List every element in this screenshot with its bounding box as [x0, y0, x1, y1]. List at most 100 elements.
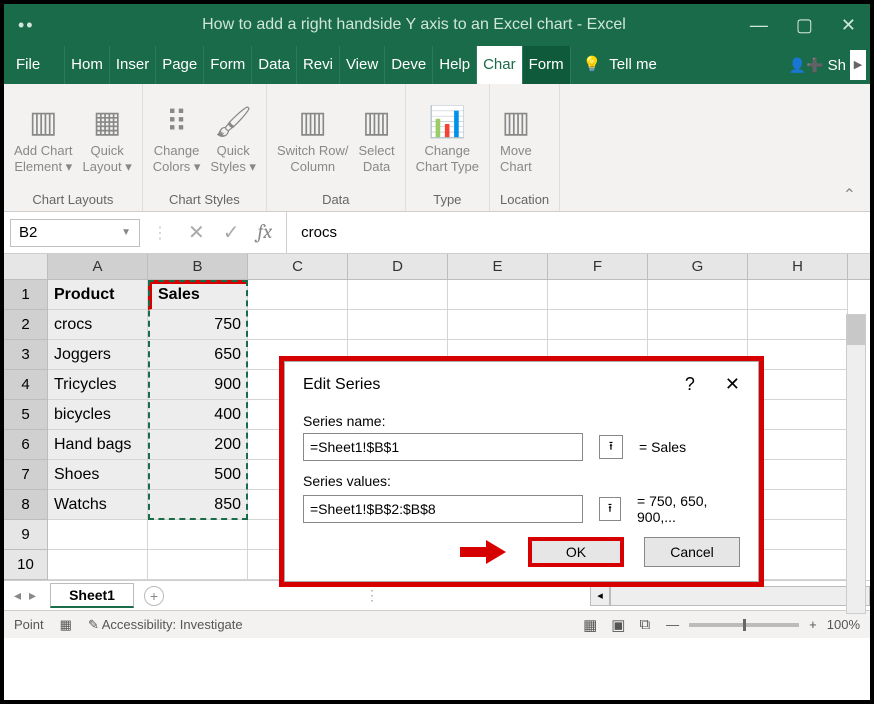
minimize-icon[interactable]: —: [750, 15, 768, 36]
scrollbar-thumb[interactable]: [847, 315, 865, 345]
tab-help[interactable]: Help: [432, 46, 476, 84]
cell[interactable]: Shoes: [48, 460, 148, 490]
col-header-f[interactable]: F: [548, 254, 648, 279]
col-header-g[interactable]: G: [648, 254, 748, 279]
select-all-triangle[interactable]: [4, 254, 48, 279]
series-name-input[interactable]: =Sheet1!$B$1: [303, 433, 583, 461]
cell[interactable]: Product: [48, 280, 148, 310]
cell[interactable]: bicycles: [48, 400, 148, 430]
zoom-slider[interactable]: [689, 623, 799, 627]
formula-input[interactable]: crocs: [286, 212, 337, 253]
cell[interactable]: [148, 520, 248, 550]
col-header-h[interactable]: H: [748, 254, 848, 279]
row-header[interactable]: 4: [4, 370, 48, 400]
hscroll-left-icon[interactable]: ◂: [590, 586, 610, 606]
share-icon[interactable]: 👤➕: [789, 57, 824, 74]
range-picker-icon[interactable]: ⭱: [599, 497, 621, 521]
close-icon[interactable]: ✕: [841, 15, 856, 36]
row-header[interactable]: 10: [4, 550, 48, 580]
cell[interactable]: 750: [148, 310, 248, 340]
cell[interactable]: [648, 280, 748, 310]
tab-insert[interactable]: Inser: [109, 46, 155, 84]
horizontal-scrollbar[interactable]: [610, 586, 850, 606]
ok-button[interactable]: OK: [528, 537, 624, 567]
tell-me-search[interactable]: 💡 Tell me: [570, 46, 669, 84]
cell[interactable]: Joggers: [48, 340, 148, 370]
tab-view[interactable]: View: [339, 46, 384, 84]
series-values-input[interactable]: =Sheet1!$B$2:$B$8: [303, 495, 583, 523]
cell[interactable]: [448, 310, 548, 340]
cell[interactable]: crocs: [48, 310, 148, 340]
cell-sales-header[interactable]: Sales: [148, 280, 248, 310]
normal-view-icon[interactable]: ▦: [583, 616, 597, 634]
row-header[interactable]: 1: [4, 280, 48, 310]
new-sheet-icon[interactable]: +: [144, 586, 164, 606]
tab-format[interactable]: Form: [522, 46, 570, 84]
row-header[interactable]: 2: [4, 310, 48, 340]
cell[interactable]: Watchs: [48, 490, 148, 520]
sheet-nav-next-icon[interactable]: ▸: [29, 587, 36, 604]
help-icon[interactable]: ?: [685, 374, 695, 395]
cell[interactable]: [48, 520, 148, 550]
ribbon-scroll-right-icon[interactable]: ▶: [850, 50, 866, 80]
zoom-out-icon[interactable]: —: [666, 617, 679, 632]
quick-styles-button[interactable]: 🖌 Quick Styles ▾: [210, 103, 256, 174]
tab-formulas[interactable]: Form: [203, 46, 251, 84]
col-header-c[interactable]: C: [248, 254, 348, 279]
range-picker-icon[interactable]: ⭱: [599, 435, 623, 459]
cell[interactable]: 400: [148, 400, 248, 430]
enter-formula-icon[interactable]: ✓: [223, 220, 240, 245]
col-header-d[interactable]: D: [348, 254, 448, 279]
zoom-in-icon[interactable]: +: [809, 617, 817, 632]
move-chart-button[interactable]: ▥ Move Chart: [500, 103, 532, 174]
zoom-level[interactable]: 100%: [827, 617, 860, 632]
cancel-button[interactable]: Cancel: [644, 537, 740, 567]
cell[interactable]: [48, 550, 148, 580]
cell[interactable]: [348, 280, 448, 310]
cell[interactable]: [348, 310, 448, 340]
row-header[interactable]: 7: [4, 460, 48, 490]
change-colors-button[interactable]: ⠿ Change Colors ▾: [153, 103, 201, 174]
row-header[interactable]: 5: [4, 400, 48, 430]
share-label[interactable]: Sh: [828, 57, 846, 74]
cell[interactable]: 200: [148, 430, 248, 460]
select-data-button[interactable]: ▥ Select Data: [359, 103, 395, 174]
cell[interactable]: [748, 280, 848, 310]
cell[interactable]: Hand bags: [48, 430, 148, 460]
quick-layout-button[interactable]: ▦ Quick Layout ▾: [83, 103, 132, 174]
tab-home[interactable]: Hom: [64, 46, 109, 84]
collapse-ribbon-icon[interactable]: ⌃: [829, 179, 870, 211]
cell[interactable]: [748, 310, 848, 340]
quick-access-toolbar[interactable]: ••: [18, 15, 78, 36]
page-break-view-icon[interactable]: ⧉: [639, 616, 650, 634]
macro-record-icon[interactable]: ▦: [60, 617, 72, 633]
switch-row-column-button[interactable]: ▥ Switch Row/ Column: [277, 103, 349, 174]
tab-file[interactable]: File: [4, 46, 54, 84]
tab-page-layout[interactable]: Page: [155, 46, 203, 84]
row-header[interactable]: 9: [4, 520, 48, 550]
dropdown-icon[interactable]: ▼: [121, 227, 131, 238]
cell[interactable]: [648, 310, 748, 340]
cell[interactable]: [148, 550, 248, 580]
close-dialog-icon[interactable]: ✕: [725, 374, 740, 395]
cell[interactable]: [548, 310, 648, 340]
cell[interactable]: 650: [148, 340, 248, 370]
change-chart-type-button[interactable]: 📊 Change Chart Type: [416, 103, 479, 174]
cell[interactable]: [248, 310, 348, 340]
insert-function-icon[interactable]: fx: [258, 220, 273, 245]
add-chart-element-button[interactable]: ▥ Add Chart Element ▾: [14, 103, 73, 174]
cancel-formula-icon[interactable]: ✕: [188, 220, 205, 245]
row-header[interactable]: 6: [4, 430, 48, 460]
row-header[interactable]: 8: [4, 490, 48, 520]
cell[interactable]: [448, 280, 548, 310]
cell[interactable]: 500: [148, 460, 248, 490]
tab-data[interactable]: Data: [251, 46, 296, 84]
maximize-icon[interactable]: ▢: [796, 15, 813, 36]
tab-review[interactable]: Revi: [296, 46, 339, 84]
name-box[interactable]: B2 ▼: [10, 219, 140, 247]
cell[interactable]: 900: [148, 370, 248, 400]
tab-chart-design[interactable]: Char: [476, 46, 522, 84]
col-header-a[interactable]: A: [48, 254, 148, 279]
sheet-tab-sheet1[interactable]: Sheet1: [50, 583, 134, 608]
cell[interactable]: [248, 280, 348, 310]
